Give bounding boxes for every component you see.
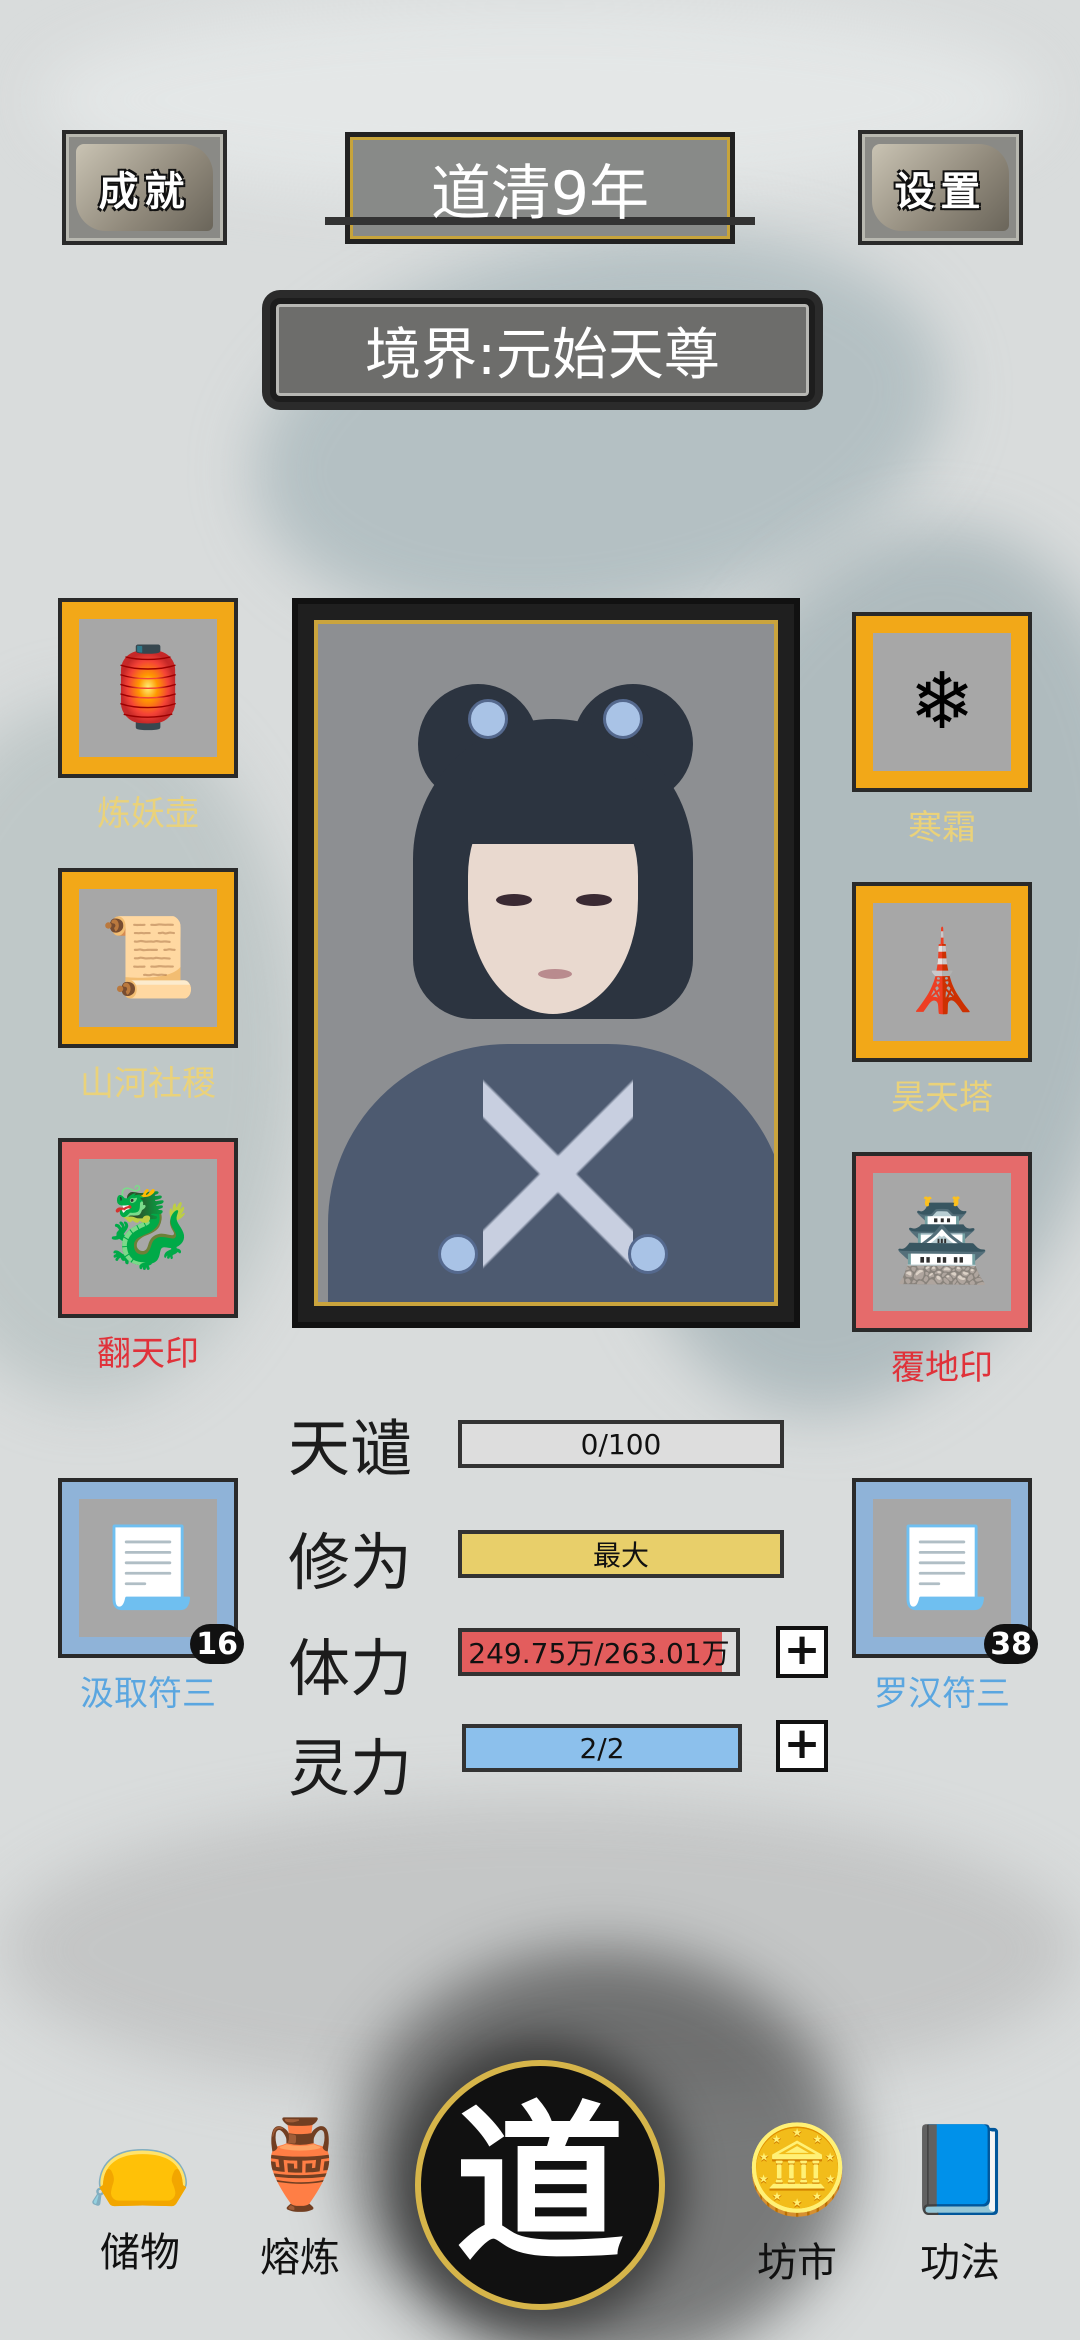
tower-icon: 🗼 xyxy=(873,903,1011,1041)
character-portrait xyxy=(314,620,778,1306)
realm-banner: 境界:元始天尊 xyxy=(270,298,815,402)
item-name: 汲取符三 xyxy=(80,1674,216,1714)
talisman-icon: 📃 xyxy=(873,1499,1011,1637)
talisman-slot-left[interactable]: 📃 16 汲取符三 xyxy=(58,1478,244,1715)
nav-skills-label: 功法 xyxy=(920,2240,1000,2286)
item-slot-right-2[interactable]: 🗼 昊天塔 xyxy=(852,882,1032,1119)
item-count-badge: 16 xyxy=(190,1624,244,1664)
cultivation-label: 修为 xyxy=(288,1526,413,1599)
nav-smelt-label: 熔炼 xyxy=(260,2235,340,2281)
add-spirit-button[interactable]: + xyxy=(776,1720,828,1772)
stamina-label: 体力 xyxy=(288,1632,413,1705)
frost-orb-icon: ❄ xyxy=(873,633,1011,771)
stamina-value: 249.75万/263.01万 xyxy=(468,1637,730,1670)
item-slot-left-1[interactable]: 🏮 炼妖壶 xyxy=(58,598,238,835)
talisman-slot-right[interactable]: 📃 38 罗汉符三 xyxy=(852,1478,1038,1715)
add-stamina-button[interactable]: + xyxy=(776,1626,828,1678)
pouch-icon: 👝 xyxy=(86,2110,194,2210)
item-count-badge: 38 xyxy=(984,1624,1038,1664)
item-name: 山河社稷 xyxy=(80,1064,216,1104)
settings-label: 设置 xyxy=(894,167,987,215)
realm-text: 境界:元始天尊 xyxy=(365,322,720,388)
item-slot-right-3[interactable]: 🏯 覆地印 xyxy=(852,1152,1032,1389)
item-name: 覆地印 xyxy=(891,1348,993,1388)
item-name: 炼妖壶 xyxy=(97,794,199,834)
dao-label: 道 xyxy=(454,2085,625,2285)
item-slot-left-3[interactable]: 🐉 翻天印 xyxy=(58,1138,238,1375)
nav-market[interactable]: 🪙 坊市 xyxy=(732,2120,862,2288)
pot-icon: 🏮 xyxy=(79,619,217,757)
talisman-icon: 📃 xyxy=(79,1499,217,1637)
item-name: 寒霜 xyxy=(908,808,976,848)
scroll-map-icon: 📜 xyxy=(79,889,217,1027)
nav-storage[interactable]: 👝 储物 xyxy=(75,2110,205,2278)
spirit-value: 2/2 xyxy=(579,1731,625,1765)
spirit-label: 灵力 xyxy=(288,1732,413,1805)
item-slot-left-2[interactable]: 📜 山河社稷 xyxy=(58,868,238,1105)
cauldron-icon: 🏺 xyxy=(246,2115,354,2215)
cultivation-value: 最大 xyxy=(592,1539,649,1572)
cultivation-bar: 最大 xyxy=(458,1530,784,1578)
tribulation-value: 0/100 xyxy=(580,1427,662,1461)
nav-smelt[interactable]: 🏺 熔炼 xyxy=(235,2115,365,2283)
seal-icon: 🐉 xyxy=(79,1159,217,1297)
achievement-label: 成就 xyxy=(98,167,191,215)
character-portrait-frame[interactable] xyxy=(292,598,800,1328)
tribulation-bar: 0/100 xyxy=(458,1420,784,1468)
nav-skills[interactable]: 📘 功法 xyxy=(895,2120,1025,2288)
item-name: 昊天塔 xyxy=(891,1078,993,1118)
item-name: 翻天印 xyxy=(97,1334,199,1374)
book-icon: 📘 xyxy=(906,2120,1014,2220)
coins-icon: 🪙 xyxy=(743,2120,851,2220)
year-text: 道清9年 xyxy=(430,158,650,229)
stamina-bar: 249.75万/263.01万 xyxy=(458,1628,740,1676)
nav-market-label: 坊市 xyxy=(757,2240,837,2286)
settings-button[interactable]: 设置 xyxy=(858,130,1023,245)
achievement-button[interactable]: 成就 xyxy=(62,130,227,245)
dao-main-button[interactable]: 道 xyxy=(415,2060,665,2310)
year-banner: 道清9年 xyxy=(325,132,755,244)
nav-storage-label: 储物 xyxy=(100,2230,180,2276)
spirit-bar: 2/2 xyxy=(462,1724,742,1772)
tribulation-label: 天谴 xyxy=(288,1412,413,1485)
earth-seal-icon: 🏯 xyxy=(873,1173,1011,1311)
item-slot-right-1[interactable]: ❄ 寒霜 xyxy=(852,612,1032,849)
item-name: 罗汉符三 xyxy=(874,1674,1010,1714)
